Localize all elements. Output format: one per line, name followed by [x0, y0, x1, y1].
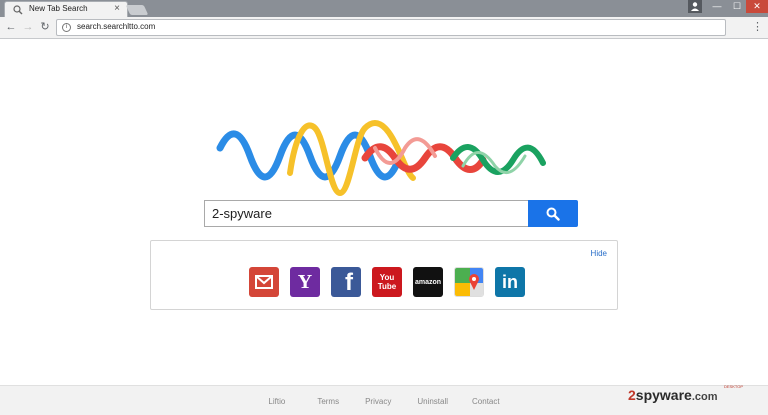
linkedin-icon[interactable]: in — [495, 267, 525, 297]
menu-icon[interactable]: ⋮ — [752, 20, 763, 34]
tab-close-icon[interactable]: × — [114, 3, 120, 15]
search-input[interactable] — [205, 201, 528, 226]
browser-titlebar: New Tab Search × — ☐ ✕ — [0, 0, 768, 17]
amazon-icon-label: amazon — [414, 278, 442, 286]
footer-link-privacy[interactable]: Privacy — [365, 397, 391, 406]
reload-icon[interactable]: ↻ — [38, 20, 52, 34]
shortcut-icons: Y f You Tube amazon in — [249, 267, 525, 299]
blue-wave — [216, 130, 404, 181]
new-tab-button[interactable] — [125, 5, 149, 15]
watermark-tag: DESKTOP — [724, 384, 744, 389]
footer-link-terms[interactable]: Terms — [317, 397, 339, 406]
maximize-button[interactable]: ☐ — [726, 0, 748, 13]
footer-link-contact[interactable]: Contact — [472, 397, 500, 406]
facebook-icon-label: f — [345, 269, 353, 296]
yahoo-icon-label: Y — [297, 270, 313, 293]
search-icon — [546, 207, 560, 221]
hide-link[interactable]: Hide — [591, 249, 607, 258]
gmail-icon[interactable] — [249, 267, 279, 297]
watermark-domain: .com — [691, 391, 718, 403]
watermark-prefix: 2 — [628, 387, 636, 403]
footer-link-liftio[interactable]: Liftio — [268, 397, 285, 406]
info-icon[interactable]: i — [62, 23, 71, 32]
browser-tab[interactable]: New Tab Search × — [4, 1, 128, 17]
watermark-brand: spyware — [635, 387, 692, 403]
yahoo-icon[interactable]: Y — [290, 267, 320, 297]
youtube-icon-label: You Tube — [377, 273, 397, 291]
search-icon — [13, 5, 23, 15]
close-window-button[interactable]: ✕ — [746, 0, 768, 13]
forward-arrow-icon[interactable]: → — [21, 20, 35, 34]
footer-link-uninstall[interactable]: Uninstall — [417, 397, 448, 406]
tab-title: New Tab Search — [29, 4, 88, 13]
profile-icon[interactable] — [688, 0, 702, 13]
search-button[interactable] — [528, 200, 578, 227]
search-logo — [216, 120, 546, 197]
amazon-icon[interactable]: amazon — [413, 267, 443, 297]
google-maps-icon[interactable] — [454, 267, 484, 297]
linkedin-icon-label: in — [502, 271, 518, 292]
shortcuts-panel: Hide Y f You Tube amazon in — [150, 240, 618, 310]
address-bar[interactable]: i search.searchltto.com — [56, 19, 726, 36]
facebook-icon[interactable]: f — [331, 267, 361, 297]
browser-toolbar: ← → ↻ i search.searchltto.com ⋮ — [0, 17, 768, 39]
address-url: search.searchltto.com — [77, 22, 156, 31]
minimize-button[interactable]: — — [706, 0, 728, 13]
search-box — [204, 200, 528, 227]
watermark: 2spyware.com DESKTOP — [628, 384, 743, 403]
back-arrow-icon[interactable]: ← — [4, 20, 18, 34]
youtube-icon[interactable]: You Tube — [372, 267, 402, 297]
